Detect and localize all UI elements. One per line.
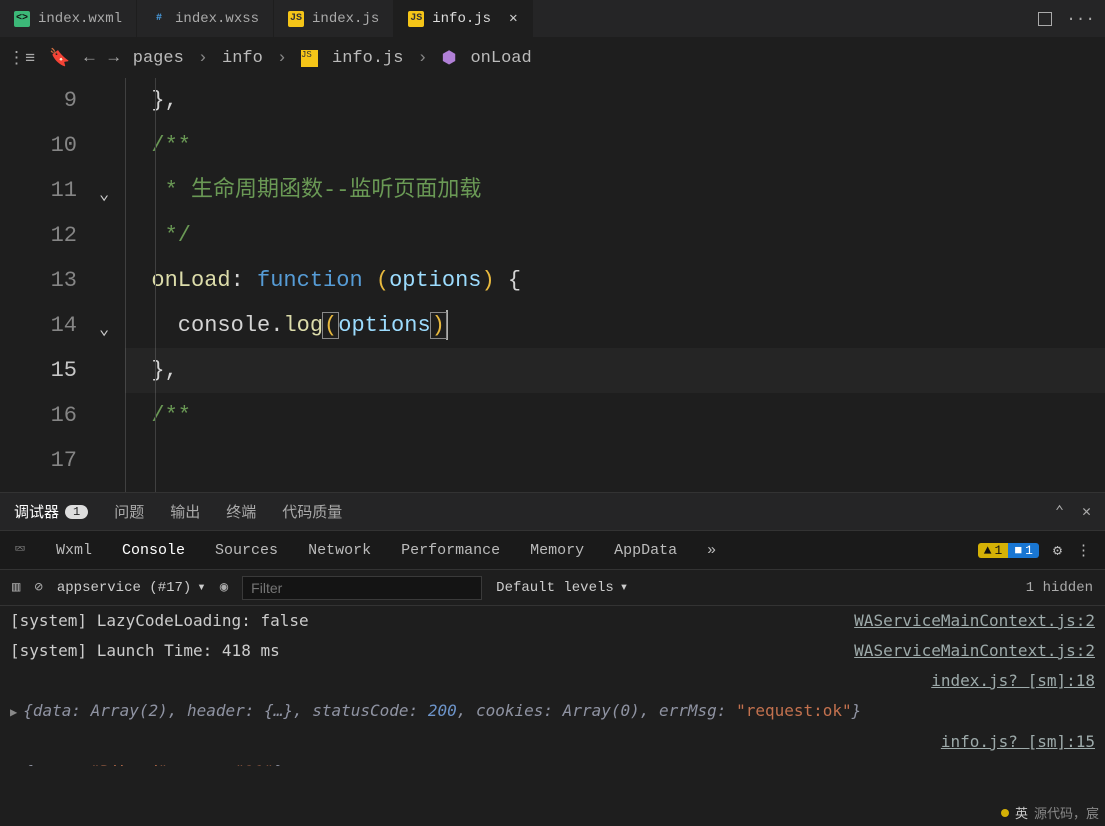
ime-indicator: 英 源代码，宸 (1001, 803, 1099, 822)
levels-dropdown[interactable]: Default levels▾ (496, 579, 628, 596)
expand-icon: ▶ (10, 705, 17, 719)
tab-label: index.wxml (38, 11, 122, 27)
devtool-tab-wxml[interactable]: Wxml (56, 542, 92, 559)
editor-tab-bar: <> index.wxml # index.wxss JS index.js J… (0, 0, 1105, 38)
forward-icon[interactable]: → (109, 49, 119, 68)
fold-icon[interactable]: ⌄ (99, 308, 109, 353)
source-link[interactable]: WAServiceMainContext.js:2 (854, 636, 1095, 666)
console-object[interactable]: ▶{name: "Rihood", age: "21"} (10, 757, 1095, 766)
console-message: [system] LazyCodeLoading: false (10, 606, 309, 636)
console-message: [system] Launch Time: 418 ms (10, 636, 280, 666)
console-toolbar: ▥ ⊘ appservice (#17)▾ ◉ Default levels▾ … (0, 570, 1105, 606)
text-cursor (446, 310, 448, 340)
info-badge: ■1 (1008, 543, 1039, 558)
fold-icon[interactable]: ⌄ (99, 173, 109, 218)
chevron-right-icon: › (198, 49, 208, 68)
tab-label: info.js (432, 11, 491, 27)
chevron-right-icon: › (277, 49, 287, 68)
context-dropdown[interactable]: appservice (#17)▾ (57, 579, 206, 596)
panel-tab-bar: 调试器 1 问题 输出 终端 代码质量 ⌃ ✕ (0, 492, 1105, 530)
issue-badges[interactable]: ▲1 ■1 (978, 543, 1039, 558)
tab-index-wxss[interactable]: # index.wxss (137, 0, 274, 37)
devtool-tab-memory[interactable]: Memory (530, 542, 584, 559)
devtool-tab-performance[interactable]: Performance (401, 542, 500, 559)
wxml-icon: <> (14, 11, 30, 27)
clear-console-icon[interactable]: ⊘ (34, 579, 42, 596)
devtool-tab-sources[interactable]: Sources (215, 542, 278, 559)
devtool-tab-appdata[interactable]: AppData (614, 542, 677, 559)
js-icon: JS (301, 50, 318, 67)
hidden-count[interactable]: 1 hidden (1026, 580, 1093, 596)
source-link[interactable]: WAServiceMainContext.js:2 (854, 606, 1095, 636)
panel-tab-quality[interactable]: 代码质量 (282, 501, 342, 522)
close-icon[interactable]: ✕ (509, 10, 517, 27)
chevron-down-icon: ▾ (197, 579, 205, 596)
wxss-icon: # (151, 11, 167, 27)
tab-label: index.js (312, 11, 379, 27)
devtool-tab-console[interactable]: Console (122, 542, 185, 559)
inspect-icon[interactable]: ⮹ (14, 541, 26, 559)
split-editor-icon[interactable] (1038, 12, 1052, 26)
code-editor[interactable]: 9 10 11 12 13 14 15 16 17 18 ⌄ ⌄ ⌄ }, /*… (0, 78, 1105, 492)
fold-icon[interactable]: ⌄ (99, 488, 109, 492)
source-link[interactable]: info.js? [sm]:15 (941, 727, 1095, 757)
source-link[interactable]: index.js? [sm]:18 (931, 666, 1095, 696)
badge-count: 1 (65, 505, 88, 519)
code-area[interactable]: }, /** * 生命周期函数--监听页面加载 */ onLoad: funct… (125, 78, 1105, 492)
js-icon: JS (408, 11, 424, 27)
bookmark-icon[interactable]: 🔖 (49, 48, 70, 69)
breadcrumb-item[interactable]: onLoad (470, 49, 531, 68)
line-gutter: 9 10 11 12 13 14 15 16 17 18 (0, 78, 95, 492)
eye-icon[interactable]: ◉ (220, 579, 228, 596)
breadcrumb-item[interactable]: pages (133, 49, 184, 68)
ime-dot-icon (1001, 809, 1009, 817)
tabbar-actions: ··· (1028, 0, 1105, 37)
panel-tab-terminal[interactable]: 终端 (226, 501, 256, 522)
devtools-tab-bar: ⮹ Wxml Console Sources Network Performan… (0, 530, 1105, 570)
tab-info-js[interactable]: JS info.js ✕ (394, 0, 532, 37)
kebab-icon[interactable]: ⋮ (1076, 541, 1091, 560)
cube-icon: ⬢ (442, 48, 457, 69)
panel-tab-problems[interactable]: 问题 (114, 501, 144, 522)
chevron-up-icon[interactable]: ⌃ (1055, 502, 1064, 521)
breadcrumb-item[interactable]: info.js (332, 49, 403, 68)
js-icon: JS (288, 11, 304, 27)
warning-badge: ▲1 (978, 543, 1009, 558)
list-icon[interactable]: ⋮≡ (8, 48, 35, 69)
filter-input[interactable] (242, 576, 482, 600)
panel-tab-output[interactable]: 输出 (170, 501, 200, 522)
breadcrumb-bar: ⋮≡ 🔖 ← → pages › info › JS info.js › ⬢ o… (0, 38, 1105, 78)
tab-index-js[interactable]: JS index.js (274, 0, 394, 37)
console-object[interactable]: ▶{data: Array(2), header: {…}, statusCod… (10, 696, 1095, 727)
toggle-sidebar-icon[interactable]: ▥ (12, 579, 20, 596)
tab-index-wxml[interactable]: <> index.wxml (0, 0, 137, 37)
chevron-right-icon: › (417, 49, 427, 68)
chevron-down-icon: ▾ (620, 579, 628, 596)
more-tabs-icon[interactable]: » (707, 542, 716, 559)
devtool-tab-network[interactable]: Network (308, 542, 371, 559)
fold-gutter: ⌄ ⌄ ⌄ (95, 78, 125, 492)
back-icon[interactable]: ← (84, 49, 94, 68)
close-icon[interactable]: ✕ (1082, 502, 1091, 521)
breadcrumb-item[interactable]: info (222, 49, 263, 68)
tab-label: index.wxss (175, 11, 259, 27)
gear-icon[interactable]: ⚙ (1053, 541, 1062, 560)
more-icon[interactable]: ··· (1066, 10, 1095, 28)
panel-tab-debugger[interactable]: 调试器 1 (14, 501, 88, 522)
console-output[interactable]: [system] LazyCodeLoading: false WAService… (0, 606, 1105, 766)
